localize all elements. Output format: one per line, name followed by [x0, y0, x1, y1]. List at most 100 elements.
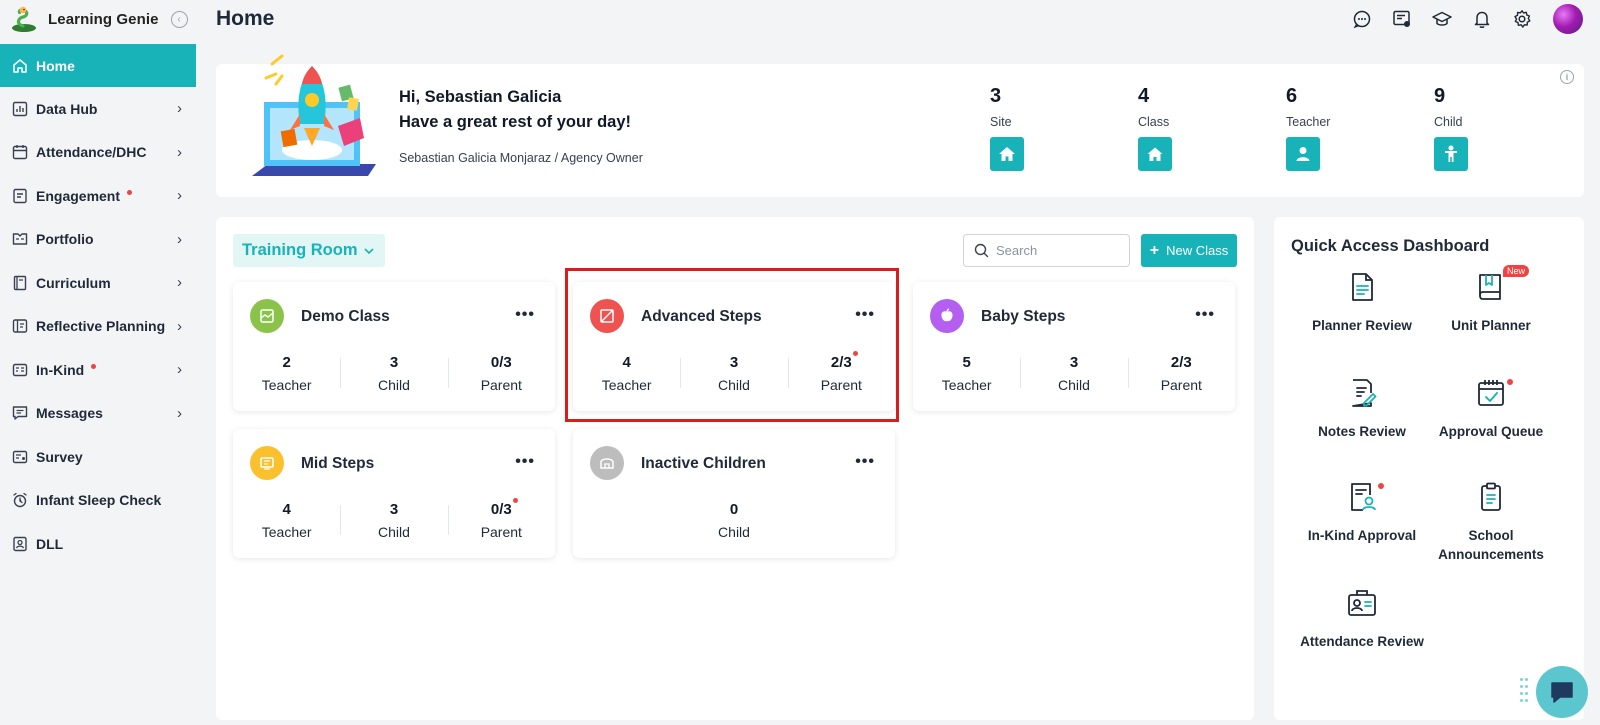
quick-access-notes-review[interactable]: Notes Review [1292, 377, 1432, 441]
new-class-button[interactable]: + New Class [1141, 234, 1237, 267]
sidebar-item-data-hub[interactable]: Data Hub › [0, 87, 196, 131]
teacher-count[interactable]: 2 Teacher [233, 354, 340, 393]
more-options-icon[interactable]: ••• [515, 306, 535, 324]
child-count[interactable]: 3 Child [340, 354, 447, 393]
approval-queue-icon-wrap [1475, 377, 1513, 409]
gear-icon[interactable] [1512, 9, 1532, 29]
stat-label: Parent [480, 377, 522, 393]
class-card-demo-class[interactable]: Demo Class ••• 2 Teacher 3 Child 0/3 Parent [233, 282, 555, 411]
child-count[interactable]: 3 Child [680, 354, 787, 393]
sidebar-item-label: Attendance/DHC [36, 144, 147, 161]
teacher-count[interactable]: 4 Teacher [233, 501, 340, 540]
stat-label: Child [378, 524, 410, 540]
parent-count[interactable]: 0/3 Parent [447, 354, 555, 393]
class-stat-button[interactable] [1138, 137, 1172, 171]
stat-value: 6 [1286, 85, 1298, 107]
quick-access-label: School Announcements [1438, 528, 1544, 562]
sidebar-item-survey[interactable]: Survey [0, 435, 196, 479]
chevron-right-icon: › [177, 230, 182, 248]
house-icon [1147, 147, 1163, 161]
more-options-icon[interactable]: ••• [855, 306, 875, 324]
chat-icon[interactable] [1352, 9, 1372, 29]
class-card-mid-steps[interactable]: Mid Steps ••• 4 Teacher 3 Child 0/3 Parent [233, 429, 555, 558]
announcements-icon [1481, 482, 1501, 511]
teacher-count[interactable]: 5 Teacher [913, 354, 1020, 393]
class-card-advanced-steps[interactable]: Advanced Steps ••• 4 Teacher 3 Child 2/3 Pa… [573, 282, 895, 411]
site-stat-button[interactable] [990, 137, 1024, 171]
chevron-down-icon [363, 247, 374, 254]
greeting-message: Have a great rest of your day! [399, 113, 631, 131]
house-icon [999, 147, 1015, 161]
sidebar-item-attendance[interactable]: Attendance/DHC › [0, 131, 196, 175]
sidebar-nav: Home Data Hub › Attendance/DHC › Engagem… [0, 44, 196, 566]
sidebar-item-portfolio[interactable]: Portfolio › [0, 218, 196, 262]
sidebar-item-label: Home [36, 57, 75, 74]
sidebar-item-home[interactable]: Home [0, 44, 196, 87]
room-dropdown-label: Training Room [242, 241, 358, 259]
calendar-icon [12, 145, 28, 160]
class-avatar-icon [930, 299, 964, 333]
unit-planner-icon-wrap: New [1475, 265, 1529, 303]
chevron-right-icon: › [177, 404, 182, 422]
child-stat-button[interactable] [1434, 137, 1468, 171]
child-count[interactable]: 3 Child [1020, 354, 1127, 393]
chat-bubble-icon [1551, 682, 1573, 703]
child-count[interactable]: 0 Child [573, 501, 895, 540]
new-class-label: New Class [1166, 243, 1229, 258]
more-options-icon[interactable]: ••• [1195, 306, 1215, 324]
quick-access-unit-planner[interactable]: New Unit Planner [1421, 265, 1561, 335]
welcome-card: Hi, Sebastian Galicia Have a great rest … [216, 54, 1584, 197]
sidebar-item-infant-sleep-check[interactable]: Infant Sleep Check [0, 479, 196, 523]
stat-label: Teacher [261, 524, 312, 540]
avatar[interactable] [1553, 4, 1583, 34]
sidebar-item-reflective-planning[interactable]: Reflective Planning › [0, 305, 196, 349]
sidebar-item-curriculum[interactable]: Curriculum › [0, 261, 196, 305]
teacher-count[interactable]: 4 Teacher [573, 354, 680, 393]
sidebar-item-in-kind[interactable]: In-Kind › [0, 348, 196, 392]
bell-icon[interactable] [1472, 9, 1492, 29]
search-input[interactable] [996, 243, 1116, 258]
class-name: Advanced Steps [641, 308, 762, 325]
portfolio-icon [12, 233, 28, 245]
top-toolbar [1332, 4, 1583, 34]
sidebar-item-label: DLL [36, 535, 64, 552]
class-name: Mid Steps [301, 455, 375, 472]
class-card-inactive-children[interactable]: Inactive Children ••• 0 Child [573, 429, 895, 558]
stat-label: Parent [480, 524, 522, 540]
drag-handle[interactable] [1520, 678, 1528, 704]
quick-access-school-announcements[interactable]: School Announcements [1421, 481, 1561, 564]
quick-access-label: Approval Queue [1438, 424, 1544, 439]
info-icon[interactable]: i [1560, 70, 1574, 84]
sidebar-item-messages[interactable]: Messages › [0, 392, 196, 436]
child-count[interactable]: 3 Child [340, 501, 447, 540]
quick-access-in-kind-approval[interactable]: In-Kind Approval [1292, 481, 1432, 545]
notes-icon[interactable] [1392, 9, 1412, 29]
stat-label: Parent [1160, 377, 1202, 393]
sidebar-item-engagement[interactable]: Engagement › [0, 174, 196, 218]
notification-dot [91, 364, 97, 370]
notes-review-icon [1352, 379, 1377, 407]
stat-value: 0/3 [490, 501, 512, 518]
quick-access-approval-queue[interactable]: Approval Queue [1421, 377, 1561, 441]
parent-count[interactable]: 0/3 Parent [447, 498, 555, 540]
more-options-icon[interactable]: ••• [855, 453, 875, 471]
quick-access-attendance-review[interactable]: Attendance Review [1292, 587, 1432, 651]
sidebar-item-dll[interactable]: DLL [0, 522, 196, 566]
class-avatar-icon [590, 299, 624, 333]
parent-count[interactable]: 2/3 Parent [1127, 354, 1235, 393]
class-card-baby-steps[interactable]: Baby Steps ••• 5 Teacher 3 Child 2/3 Parent [913, 282, 1235, 411]
parent-count[interactable]: 2/3 Parent [787, 351, 895, 393]
teacher-stat-button[interactable] [1286, 137, 1320, 171]
more-options-icon[interactable]: ••• [515, 453, 535, 471]
stat-value: 5 [962, 354, 971, 371]
stat-label: Teacher [261, 377, 312, 393]
collapse-sidebar-icon[interactable]: ‹ [170, 10, 188, 28]
room-dropdown[interactable]: Training Room [233, 234, 385, 267]
class-name: Demo Class [301, 308, 390, 325]
graduation-cap-icon[interactable] [1432, 9, 1452, 29]
quick-access-planner-review[interactable]: Planner Review [1292, 271, 1432, 335]
stat-child: 9 Child [1434, 85, 1514, 171]
sidebar-item-label: Curriculum [36, 274, 111, 291]
chat-support-button[interactable] [1536, 666, 1588, 718]
planning-icon [12, 319, 28, 333]
